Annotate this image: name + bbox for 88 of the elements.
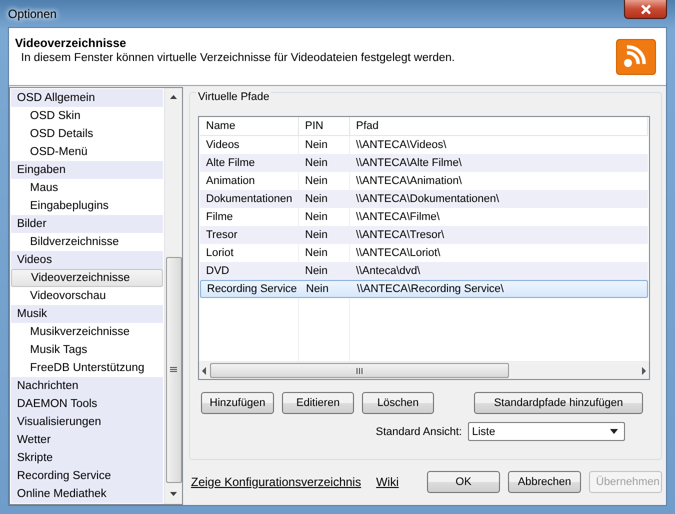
- scroll-up-icon[interactable]: [169, 94, 178, 100]
- table-cell-text: \\Anteca\dvd\: [355, 264, 422, 279]
- sidebar-item[interactable]: Visualisierungen: [11, 413, 163, 431]
- table-cell-text: \\ANTECA\Tresor\: [355, 228, 446, 243]
- table-cell-text: Filme: [205, 210, 234, 225]
- caret-icon: [610, 429, 618, 434]
- sidebar-item[interactable]: Bilder: [11, 215, 163, 233]
- table-cell-text: Alte Filme: [205, 156, 256, 171]
- table-row[interactable]: Tresor Nein \\ANTECA\Tresor\: [200, 226, 648, 244]
- table-cell-text: Nein: [304, 174, 329, 189]
- sidebar-item[interactable]: OSD Skin: [11, 107, 163, 125]
- column-header[interactable]: PIN: [299, 117, 350, 135]
- table-cell-text: Dokumentationen: [205, 192, 294, 207]
- scroll-left-icon[interactable]: [202, 366, 207, 374]
- page-title: Videoverzeichnisse: [15, 36, 128, 50]
- sidebar-item[interactable]: Recording Service: [11, 467, 163, 485]
- link[interactable]: Zeige Konfigurationsverzeichnis: [191, 474, 362, 488]
- table-cell-text: Nein: [304, 246, 329, 261]
- page-description: In diesem Fenster können virtuelle Verzeichnisse für Videodateien festgelegt werden.: [21, 52, 455, 64]
- table-cell-text: Recording Service: [206, 282, 298, 297]
- group-title: Virtuelle Pfade: [196, 91, 272, 103]
- table-row[interactable]: Animation Nein \\ANTECA\Animation\: [200, 172, 648, 190]
- sidebar-item[interactable]: Eingabeplugins: [11, 197, 163, 215]
- link[interactable]: Wiki: [376, 474, 399, 488]
- grip-icon: [356, 368, 363, 374]
- table-cell-text: \\ANTECA\Recording Service\: [356, 282, 505, 297]
- sidebar-item[interactable]: Wetter: [11, 431, 163, 449]
- table-cell-text: Tresor: [205, 228, 238, 243]
- table-cell-text: Nein: [304, 264, 329, 279]
- action-button[interactable]: Standardpfade hinzufügen: [474, 392, 643, 414]
- table-row[interactable]: Videos Nein \\ANTECA\Videos\: [200, 136, 648, 154]
- table-row[interactable]: Loriot Nein \\ANTECA\Loriot\: [200, 244, 648, 262]
- dialog-button[interactable]: Abbrechen: [508, 470, 581, 492]
- table-row[interactable]: Filme Nein \\ANTECA\Filme\: [200, 208, 648, 226]
- sidebar-item[interactable]: Bildverzeichnisse: [11, 233, 163, 251]
- scroll-down-icon[interactable]: [169, 491, 178, 497]
- close-button[interactable]: [624, 0, 667, 19]
- scrollbar[interactable]: [199, 361, 649, 379]
- table-cell-text: \\ANTECA\Alte Filme\: [355, 156, 463, 171]
- view-dropdown[interactable]: Liste: [468, 422, 625, 441]
- close-icon: [640, 4, 652, 14]
- sidebar-item[interactable]: OSD-Menü: [11, 143, 163, 161]
- table-cell-text: \\ANTECA\Loriot\: [355, 246, 442, 261]
- sidebar-item[interactable]: Musik Tags: [11, 341, 163, 359]
- view-label: Standard Ansicht:: [376, 426, 462, 438]
- column-header[interactable]: Pfad: [350, 117, 648, 135]
- column-header[interactable]: Name: [200, 117, 299, 135]
- action-button[interactable]: Editieren: [282, 392, 354, 414]
- table-cell-text: Animation: [205, 174, 256, 189]
- table-cell-text: Loriot: [205, 246, 235, 261]
- table-cell-text: \\ANTECA\Videos\: [355, 138, 448, 153]
- table-row[interactable]: Recording Service Nein \\ANTECA\Recording Service\: [200, 280, 648, 298]
- sidebar-item[interactable]: Videovorschau: [11, 287, 163, 305]
- table-cell-text: DVD: [205, 264, 230, 279]
- table-cell-text: Videos: [205, 138, 240, 153]
- window-title: Optionen: [8, 7, 57, 21]
- action-button[interactable]: Hinzufügen: [201, 392, 274, 414]
- table-cell-text: Nein: [305, 282, 330, 297]
- sidebar-item[interactable]: Videos: [11, 251, 163, 269]
- table-cell-text: Nein: [304, 228, 329, 243]
- signal-waves-icon: [616, 39, 656, 75]
- dialog-button[interactable]: OK: [427, 470, 500, 492]
- sidebar-item[interactable]: DAEMON Tools: [11, 395, 163, 413]
- table-cell-text: Nein: [304, 138, 329, 153]
- table-cell-text: \\ANTECA\Animation\: [355, 174, 463, 189]
- table-cell-text: Nein: [304, 210, 329, 225]
- action-button[interactable]: Löschen: [362, 392, 434, 414]
- table-row[interactable]: Dokumentationen Nein \\ANTECA\Dokumentationen\: [200, 190, 648, 208]
- sidebar-item[interactable]: Online Mediathek: [11, 485, 163, 503]
- sidebar-item[interactable]: Maus: [11, 179, 163, 197]
- sidebar-item[interactable]: OSD Allgemein: [11, 89, 163, 107]
- sidebar-item[interactable]: Eingaben: [11, 161, 163, 179]
- table-cell-text: \\ANTECA\Dokumentationen\: [355, 192, 500, 207]
- sidebar-item[interactable]: Musik: [11, 305, 163, 323]
- scroll-right-icon[interactable]: [641, 366, 646, 374]
- sidebar-item[interactable]: FreeDB Unterstützung: [11, 359, 163, 377]
- sidebar-item[interactable]: Videoverzeichnisse: [11, 269, 163, 287]
- table-cell-text: Nein: [304, 156, 329, 171]
- table-cell-text: \\ANTECA\Filme\: [355, 210, 441, 225]
- table-row[interactable]: DVD Nein \\Anteca\dvd\: [200, 262, 648, 280]
- table-cell-text: Nein: [304, 192, 329, 207]
- table-row[interactable]: Alte Filme Nein \\ANTECA\Alte Filme\: [200, 154, 648, 172]
- scrollbar[interactable]: [164, 88, 182, 504]
- sidebar-item[interactable]: Musikverzeichnisse: [11, 323, 163, 341]
- grip-icon: [170, 367, 177, 373]
- sidebar-item[interactable]: Skripte: [11, 449, 163, 467]
- sidebar-item[interactable]: Nachrichten: [11, 377, 163, 395]
- sidebar-item[interactable]: OSD Details: [11, 125, 163, 143]
